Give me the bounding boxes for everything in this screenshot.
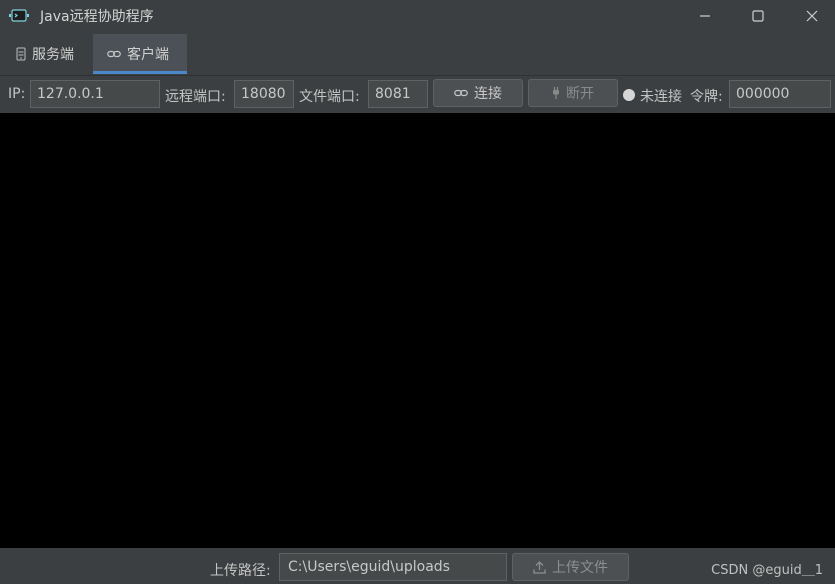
tab-client[interactable]: 客户端 xyxy=(93,34,187,74)
remote-screen-canvas[interactable] xyxy=(0,113,835,548)
disconnect-button-label: 断开 xyxy=(566,86,594,102)
connection-toolbar: IP: 127.0.0.1 远程端口: 18080 文件端口: 8081 连接 … xyxy=(0,76,835,112)
maximize-button[interactable] xyxy=(735,0,781,32)
upload-path-input[interactable]: C:\Users\eguid\uploads xyxy=(279,553,507,581)
link-icon xyxy=(107,50,121,58)
connection-status: 未连接 xyxy=(640,89,682,105)
file-port-input[interactable]: 8081 xyxy=(368,80,428,108)
file-port-label: 文件端口: xyxy=(299,89,360,105)
token-input[interactable]: 000000 xyxy=(729,80,831,108)
tab-selected-indicator xyxy=(93,71,187,74)
upload-icon xyxy=(533,560,546,574)
plug-icon xyxy=(553,87,559,99)
watermark: CSDN @eguid＿1 xyxy=(711,563,823,578)
terminal-app-icon xyxy=(9,9,29,22)
upload-file-button[interactable]: 上传文件 xyxy=(512,553,629,581)
tab-client-label: 客户端 xyxy=(127,47,169,63)
tab-server[interactable]: 服务端 xyxy=(8,34,88,74)
ip-label: IP: xyxy=(8,86,26,102)
remote-port-input[interactable]: 18080 xyxy=(234,80,294,108)
minimize-button[interactable] xyxy=(682,0,728,32)
remote-port-label: 远程端口: xyxy=(165,89,226,105)
disconnect-button[interactable]: 断开 xyxy=(528,79,618,107)
ip-input[interactable]: 127.0.0.1 xyxy=(30,80,160,108)
upload-path-label: 上传路径: xyxy=(210,563,271,579)
minimize-icon xyxy=(700,15,710,17)
tab-server-label: 服务端 xyxy=(32,47,74,63)
bottom-bar: 上传路径: C:\Users\eguid\uploads 上传文件 CSDN @… xyxy=(0,548,835,584)
token-label: 令牌: xyxy=(690,89,723,105)
tab-bar: 服务端 客户端 xyxy=(0,34,835,74)
close-button[interactable] xyxy=(789,0,835,32)
upload-file-button-label: 上传文件 xyxy=(552,560,608,576)
server-icon xyxy=(16,47,26,61)
maximize-icon xyxy=(752,10,764,22)
link-icon xyxy=(454,89,468,97)
window-title: Java远程协助程序 xyxy=(40,9,154,25)
status-dot xyxy=(623,89,635,101)
close-icon xyxy=(806,10,818,22)
title-bar: Java远程协助程序 xyxy=(0,0,835,32)
connect-button-label: 连接 xyxy=(474,86,502,102)
connect-button[interactable]: 连接 xyxy=(433,79,523,107)
